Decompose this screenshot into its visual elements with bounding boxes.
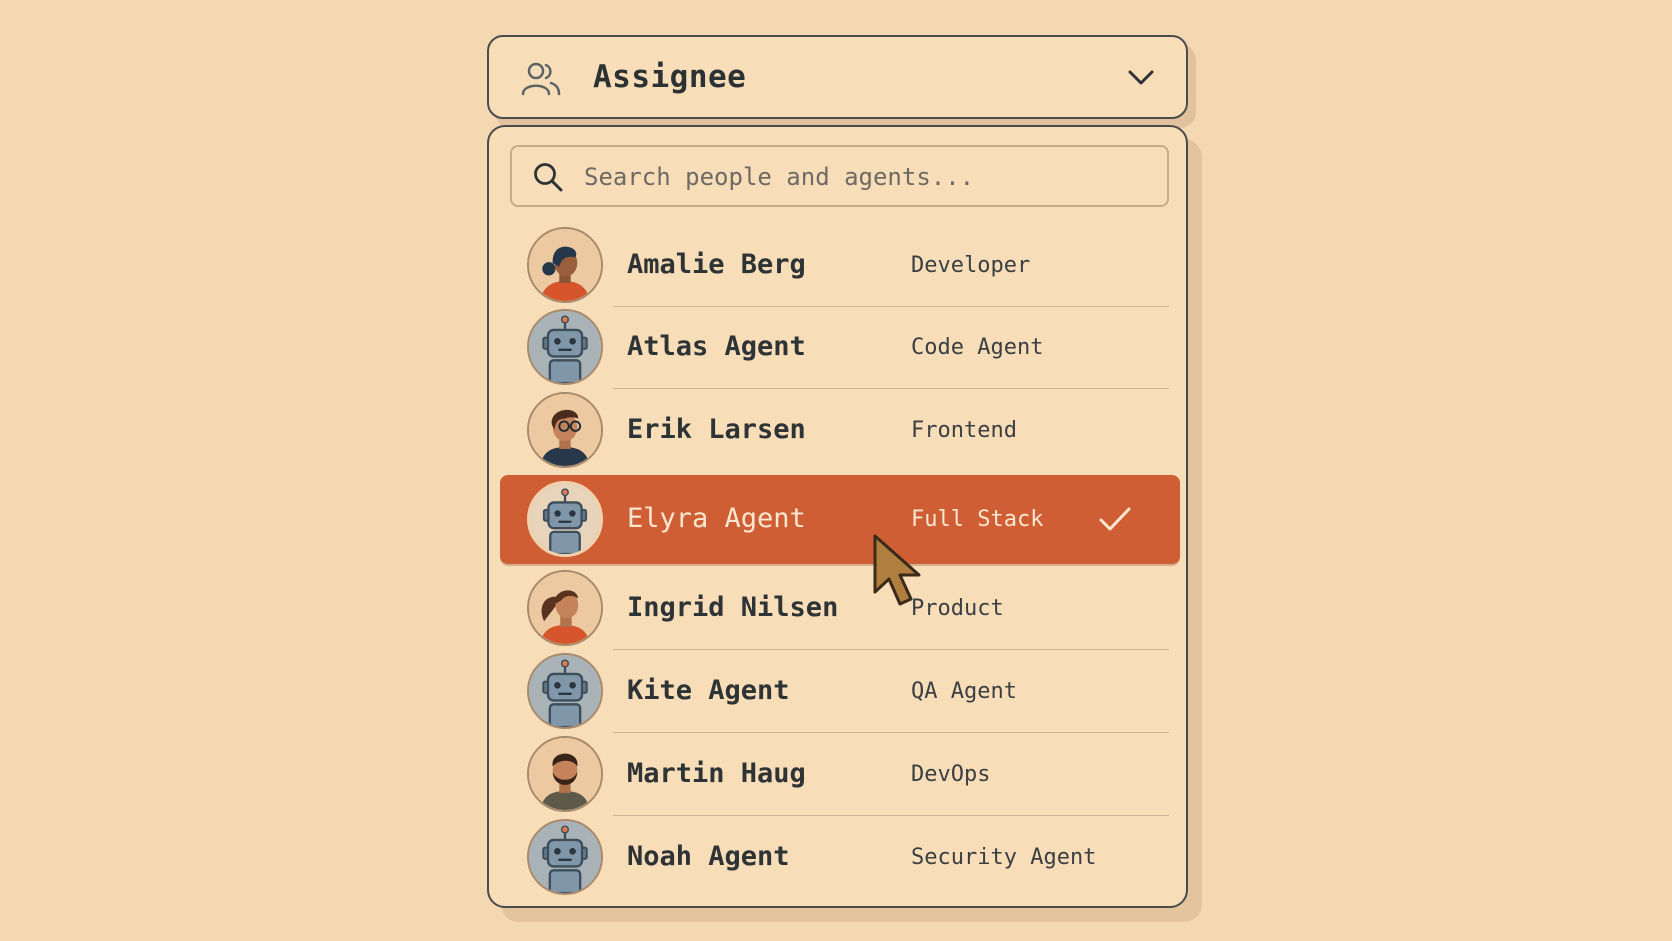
check-icon [1099,507,1131,531]
list-item-atlas-agent[interactable]: Atlas Agent Code Agent [510,306,1169,389]
list-item-elyra-agent[interactable]: Elyra Agent Full Stack [500,475,1180,564]
robot-icon [529,311,601,383]
mouse-cursor-icon [873,534,921,606]
robot-icon [529,655,601,727]
list-item-noah-agent[interactable]: Noah Agent Security Agent [510,816,1169,899]
avatar [527,736,603,812]
list-item-martin-haug[interactable]: Martin Haug DevOps [510,733,1169,816]
assignee-role: Full Stack [911,507,1044,532]
assignee-label: Assignee [593,59,747,95]
assignee-name: Ingrid Nilsen [627,592,839,623]
chevron-down-icon[interactable] [1126,67,1156,89]
avatar [527,819,603,895]
assignee-role: Code Agent [911,335,1044,360]
list-item-kite-agent[interactable]: Kite Agent QA Agent [510,650,1169,733]
assignee-dropdown-trigger[interactable]: Assignee [487,35,1188,119]
robot-icon [529,821,601,893]
assignee-role: Security Agent [911,845,1097,870]
assignee-name: Atlas Agent [627,331,806,362]
assignee-name: Elyra Agent [627,503,806,534]
people-icon [521,62,561,96]
woman-bun-avatar-icon [529,229,601,301]
list-item-ingrid-nilsen[interactable]: Ingrid Nilsen Product [510,567,1169,650]
list-item-amalie-berg[interactable]: Amalie Berg Developer [510,224,1169,307]
assignee-role: QA Agent [911,679,1017,704]
assignee-name: Erik Larsen [627,414,806,445]
assignee-role: Frontend [911,418,1017,443]
avatar [527,653,603,729]
assignee-role: Developer [911,253,1031,278]
assignee-list: Amalie Berg Developer Atlas Agent Code A… [489,224,1186,906]
avatar [527,227,603,303]
assignee-name: Martin Haug [627,758,806,789]
assignee-dropdown-panel: Amalie Berg Developer [487,125,1188,908]
assignee-role: DevOps [911,762,991,787]
search-icon [534,163,563,192]
assignee-picker: Assignee Search people and agents... Ama… [0,0,1672,941]
avatar [527,309,603,385]
robot-icon [530,484,600,554]
search-input[interactable] [584,157,1144,197]
assignee-name: Amalie Berg [627,249,806,280]
woman-ponytail-avatar-icon [529,572,601,644]
assignee-name: Kite Agent [627,675,790,706]
avatar [527,481,603,557]
list-item-erik-larsen[interactable]: Erik Larsen Frontend [510,389,1169,472]
avatar [527,570,603,646]
man-beard-avatar-icon [529,738,601,810]
man-glasses-avatar-icon [529,394,601,466]
search-box[interactable] [510,145,1169,207]
avatar [527,392,603,468]
assignee-name: Noah Agent [627,841,790,872]
